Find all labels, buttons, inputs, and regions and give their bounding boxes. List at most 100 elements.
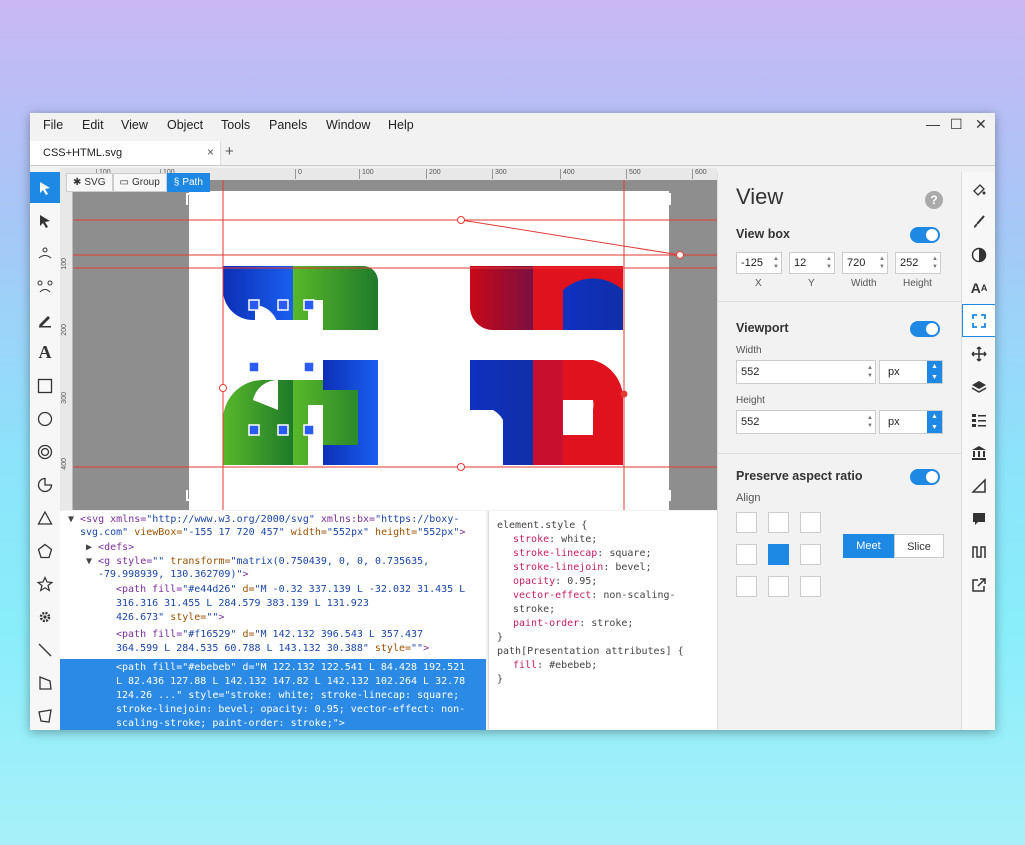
viewport-height-input[interactable]: 552 ▲ ▼: [736, 410, 876, 434]
viewbox-x-input[interactable]: -125 ▲ ▼: [736, 252, 782, 274]
maximize-button[interactable]: ☐: [950, 116, 963, 133]
left-toolbar: A: [30, 172, 61, 730]
viewbox-width-input[interactable]: 720 ▲ ▼: [842, 252, 888, 274]
typography-icon[interactable]: AA: [962, 271, 995, 304]
code-line: ▼ <g style="" transform="matrix(0.750439…: [86, 556, 430, 567]
meet-button[interactable]: Meet: [843, 534, 894, 558]
viewport-width-label: Width: [736, 345, 762, 356]
ruler-label: 500: [626, 169, 641, 179]
star-tool-icon[interactable]: [30, 568, 60, 599]
viewbox-height-input[interactable]: 252 ▲ ▼: [895, 252, 941, 274]
menu-object[interactable]: Object: [167, 118, 203, 132]
breadcrumb-label: SVG: [84, 177, 106, 188]
breadcrumb-svg[interactable]: ✱ SVG: [66, 173, 113, 192]
text-tool-icon[interactable]: A: [30, 337, 60, 368]
menu-panels[interactable]: Panels: [269, 118, 307, 132]
panel-title: View: [736, 184, 784, 209]
align-cell[interactable]: [768, 576, 789, 597]
viewport-width-input[interactable]: 552 ▲ ▼: [736, 360, 876, 384]
align-cell[interactable]: [736, 576, 757, 597]
export-icon[interactable]: [962, 568, 995, 601]
align-cell[interactable]: [736, 544, 757, 565]
viewbox-toggle[interactable]: [910, 227, 940, 243]
viewport-height-label: Height: [736, 395, 765, 406]
minimize-button[interactable]: —: [926, 116, 940, 132]
polygon-tool-icon[interactable]: [30, 535, 60, 566]
align-cell[interactable]: [800, 512, 821, 533]
selected-code-block[interactable]: <path fill="#ebebeb" d="M 122.132 122.54…: [60, 659, 486, 730]
close-window-button[interactable]: ✕: [975, 116, 987, 133]
transform-tool-icon[interactable]: [30, 172, 60, 203]
fill-icon[interactable]: [962, 172, 995, 205]
guide-handle[interactable]: [219, 384, 227, 392]
node-tool-icon[interactable]: [30, 271, 60, 302]
css-selector: path[Presentation attributes] {: [497, 646, 684, 657]
viewbox-label: View box: [736, 227, 790, 241]
viewport-width-unit-select[interactable]: px ▲ ▼: [879, 360, 943, 384]
breadcrumb-group[interactable]: ▭ Group: [112, 173, 167, 192]
view-panel-icon[interactable]: [962, 304, 995, 337]
pie-tool-icon[interactable]: [30, 469, 60, 500]
ruler-label: 400: [560, 169, 575, 179]
new-tab-button[interactable]: +: [225, 143, 234, 160]
menu-tools[interactable]: Tools: [221, 118, 250, 132]
align-grid: [736, 512, 823, 599]
ring-tool-icon[interactable]: [30, 436, 60, 467]
align-cell-selected[interactable]: [768, 544, 789, 565]
list-icon[interactable]: [962, 403, 995, 436]
menu-help[interactable]: Help: [388, 118, 414, 132]
ruler-label: 200: [426, 169, 441, 179]
move-icon[interactable]: [962, 337, 995, 370]
css-inspector[interactable]: element.style { stroke: white; stroke-li…: [488, 511, 717, 730]
code-line: 364.599 L 284.535 60.788 L 143.132 30.38…: [116, 643, 430, 654]
menu-window[interactable]: Window: [326, 118, 370, 132]
guide-handle[interactable]: [457, 216, 465, 224]
ruler-label: 0: [295, 169, 302, 179]
menu-file[interactable]: File: [43, 118, 63, 132]
library-icon[interactable]: [962, 436, 995, 469]
gradient-icon[interactable]: [962, 469, 995, 502]
align-cell[interactable]: [768, 512, 789, 533]
guide-handle[interactable]: [620, 390, 628, 398]
ellipse-tool-icon[interactable]: [30, 403, 60, 434]
line-tool-icon[interactable]: [30, 634, 60, 665]
align-cell[interactable]: [800, 576, 821, 597]
comment-icon[interactable]: [962, 502, 995, 535]
triangle-tool-icon[interactable]: [30, 502, 60, 533]
layers-icon[interactable]: [962, 370, 995, 403]
menu-edit[interactable]: Edit: [82, 118, 104, 132]
viewport-height-unit-select[interactable]: px ▲ ▼: [879, 410, 943, 434]
code-line: <path fill="#f16529" d="M 142.132 396.54…: [116, 629, 424, 640]
align-cell[interactable]: [736, 512, 757, 533]
code-line: 426.673" style="">: [116, 612, 225, 623]
crop-tool-icon[interactable]: [30, 667, 60, 698]
breadcrumb: ✱ SVG ▭ Group § Path: [66, 173, 210, 192]
edit-tool-icon[interactable]: [30, 205, 60, 236]
viewport-toggle[interactable]: [910, 321, 940, 337]
align-cell[interactable]: [800, 544, 821, 565]
freehand-icon[interactable]: [30, 238, 60, 269]
viewbox-y-input[interactable]: 12 ▲ ▼: [789, 252, 835, 274]
folder-icon: ▭: [119, 177, 129, 188]
tab-close-icon[interactable]: ×: [207, 145, 214, 159]
aspect-ratio-toggle[interactable]: [910, 469, 940, 485]
slice-button[interactable]: Slice: [894, 534, 944, 558]
guide-handle[interactable]: [676, 251, 684, 259]
menu-view[interactable]: View: [121, 118, 148, 132]
waveform-icon[interactable]: [962, 535, 995, 568]
code-line: <path fill="#e44d26" d="M -0.32 337.139 …: [116, 584, 466, 595]
tab-document[interactable]: CSS+HTML.svg ×: [30, 141, 221, 165]
pen-icon[interactable]: [30, 304, 60, 335]
cog-tool-icon[interactable]: [30, 601, 60, 632]
help-icon[interactable]: ?: [925, 191, 943, 209]
stroke-brush-icon[interactable]: [962, 205, 995, 238]
rectangle-tool-icon[interactable]: [30, 370, 60, 401]
code-editor[interactable]: ▼ <svg xmlns="http://www.w3.org/2000/svg…: [60, 511, 486, 730]
contrast-icon[interactable]: [962, 238, 995, 271]
code-line: ▶ <defs>: [86, 542, 135, 553]
breadcrumb-path[interactable]: § Path: [166, 173, 210, 192]
guide-handle[interactable]: [457, 463, 465, 471]
canvas-artwork[interactable]: [73, 180, 717, 510]
canvas[interactable]: [73, 180, 717, 510]
shape-tool-icon[interactable]: [30, 700, 60, 730]
